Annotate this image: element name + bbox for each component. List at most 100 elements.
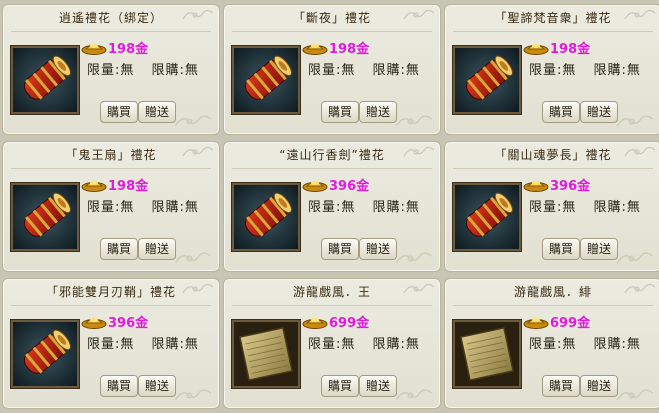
shop-item-card: “遠山行香劍”禮花 396金 限量:無 限購:無 購買 贈送: [223, 141, 441, 272]
item-price: 699金: [329, 315, 370, 331]
divider: [453, 31, 653, 32]
limit-purchase-label: 限購:無: [151, 337, 199, 352]
gift-button[interactable]: 贈送: [138, 238, 176, 260]
cloud-ornament-icon: [394, 249, 434, 267]
item-title: 「斷夜」禮花: [292, 11, 371, 25]
buy-button[interactable]: 購買: [321, 238, 359, 260]
limit-purchase-label: 限購:無: [593, 200, 641, 215]
item-title: 「鬼王扇」禮花: [65, 148, 157, 162]
purchase-limits: 限量:無 限購:無: [529, 59, 641, 78]
gold-ingot-icon: [81, 314, 107, 329]
gift-button[interactable]: 贈送: [138, 375, 176, 397]
limit-quantity-label: 限量:無: [529, 200, 577, 215]
firecracker-icon[interactable]: [453, 46, 521, 114]
divider: [11, 31, 211, 32]
purchase-limits: 限量:無 限購:無: [87, 196, 199, 215]
shop-item-card: 「斷夜」禮花 198金 限量:無 限購:無 購買 贈送: [223, 4, 441, 135]
item-title: 「邪能雙月刃鞘」禮花: [45, 285, 176, 299]
buy-button[interactable]: 購買: [542, 238, 580, 260]
firecracker-icon[interactable]: [232, 46, 300, 114]
purchase-limits: 限量:無 限購:無: [308, 333, 420, 352]
shop-item-card: 逍遙禮花（綁定） 198金 限量:無 限購:無 購買 贈送: [2, 4, 220, 135]
gift-button[interactable]: 贈送: [359, 238, 397, 260]
purchase-limits: 限量:無 限購:無: [308, 196, 420, 215]
limit-quantity-label: 限量:無: [529, 337, 577, 352]
divider: [232, 168, 432, 169]
shop-item-card: 「鬼王扇」禮花 198金 限量:無 限購:無 購買 贈送: [2, 141, 220, 272]
gold-ingot-icon: [523, 314, 549, 329]
cloud-ornament-icon: [615, 386, 655, 404]
gold-ingot-icon: [81, 177, 107, 192]
divider: [453, 168, 653, 169]
price-row: 396金: [302, 175, 369, 194]
item-price: 699金: [550, 315, 591, 331]
firecracker-icon[interactable]: [232, 183, 300, 251]
buy-button[interactable]: 購買: [542, 101, 580, 123]
cloud-ornament-icon: [615, 112, 655, 130]
scroll-icon[interactable]: [453, 320, 521, 388]
buy-button[interactable]: 購買: [100, 375, 138, 397]
purchase-limits: 限量:無 限購:無: [529, 196, 641, 215]
item-price: 396金: [550, 178, 591, 194]
cloud-ornament-icon: [173, 112, 213, 130]
divider: [232, 31, 432, 32]
limit-purchase-label: 限購:無: [593, 63, 641, 78]
firecracker-icon[interactable]: [11, 46, 79, 114]
item-title: 游龍戲風．王: [292, 285, 371, 299]
gift-button[interactable]: 贈送: [580, 238, 618, 260]
gold-ingot-icon: [302, 314, 328, 329]
firecracker-icon[interactable]: [11, 320, 79, 388]
gift-button[interactable]: 贈送: [359, 101, 397, 123]
item-title: 游龍戲風．緋: [513, 285, 592, 299]
price-row: 198金: [81, 175, 149, 194]
price-row: 699金: [523, 312, 591, 331]
divider: [453, 305, 653, 306]
price-row: 396金: [523, 175, 591, 194]
price-row: 699金: [302, 312, 370, 331]
limit-purchase-label: 限購:無: [151, 200, 199, 215]
buy-button[interactable]: 購買: [542, 375, 580, 397]
buy-button[interactable]: 購買: [321, 375, 359, 397]
buy-button[interactable]: 購買: [100, 238, 138, 260]
item-title: 「聖諦梵音衆」禮花: [494, 11, 612, 25]
firecracker-icon[interactable]: [11, 183, 79, 251]
buy-button[interactable]: 購買: [321, 101, 359, 123]
gift-button[interactable]: 贈送: [580, 101, 618, 123]
item-title: 「關山魂夢長」禮花: [494, 148, 612, 162]
price-row: 198金: [302, 38, 370, 57]
shop-item-card: 「聖諦梵音衆」禮花 198金 限量:無 限購:無 購買 贈送: [444, 4, 659, 135]
shop-item-card: 「邪能雙月刃鞘」禮花 396金 限量:無 限購:無 購買 贈送: [2, 278, 220, 409]
gift-button[interactable]: 贈送: [138, 101, 176, 123]
item-price: 198金: [108, 41, 149, 57]
gift-button[interactable]: 贈送: [359, 375, 397, 397]
divider: [232, 305, 432, 306]
buy-button[interactable]: 購買: [100, 101, 138, 123]
gold-ingot-icon: [523, 40, 549, 55]
scroll-icon[interactable]: [232, 320, 300, 388]
cloud-ornament-icon: [615, 249, 655, 267]
cloud-ornament-icon: [394, 112, 434, 130]
gift-button[interactable]: 贈送: [580, 375, 618, 397]
cloud-ornament-icon: [394, 386, 434, 404]
limit-purchase-label: 限購:無: [372, 337, 420, 352]
gold-ingot-icon: [523, 177, 549, 192]
shop-item-card: 「關山魂夢長」禮花 396金 限量:無 限購:無 購買 贈送: [444, 141, 659, 272]
item-price: 198金: [329, 41, 370, 57]
limit-quantity-label: 限量:無: [308, 200, 356, 215]
shop-item-card: 游龍戲風．王 699金 限量:無 限購:無 購買 贈送: [223, 278, 441, 409]
purchase-limits: 限量:無 限購:無: [87, 333, 199, 352]
limit-quantity-label: 限量:無: [87, 337, 135, 352]
shop-item-grid: 逍遙禮花（綁定） 198金 限量:無 限購:無 購買 贈送 「斷夜」禮花 198…: [0, 0, 659, 413]
firecracker-icon[interactable]: [453, 183, 521, 251]
limit-quantity-label: 限量:無: [87, 63, 135, 78]
price-row: 396金: [81, 312, 148, 331]
limit-purchase-label: 限購:無: [593, 337, 641, 352]
limit-purchase-label: 限購:無: [372, 200, 420, 215]
item-title: “遠山行香劍”禮花: [279, 148, 385, 162]
purchase-limits: 限量:無 限購:無: [87, 59, 199, 78]
limit-quantity-label: 限量:無: [308, 337, 356, 352]
item-price: 198金: [550, 41, 591, 57]
item-price: 198金: [108, 178, 149, 194]
price-row: 198金: [81, 38, 149, 57]
gold-ingot-icon: [302, 40, 328, 55]
